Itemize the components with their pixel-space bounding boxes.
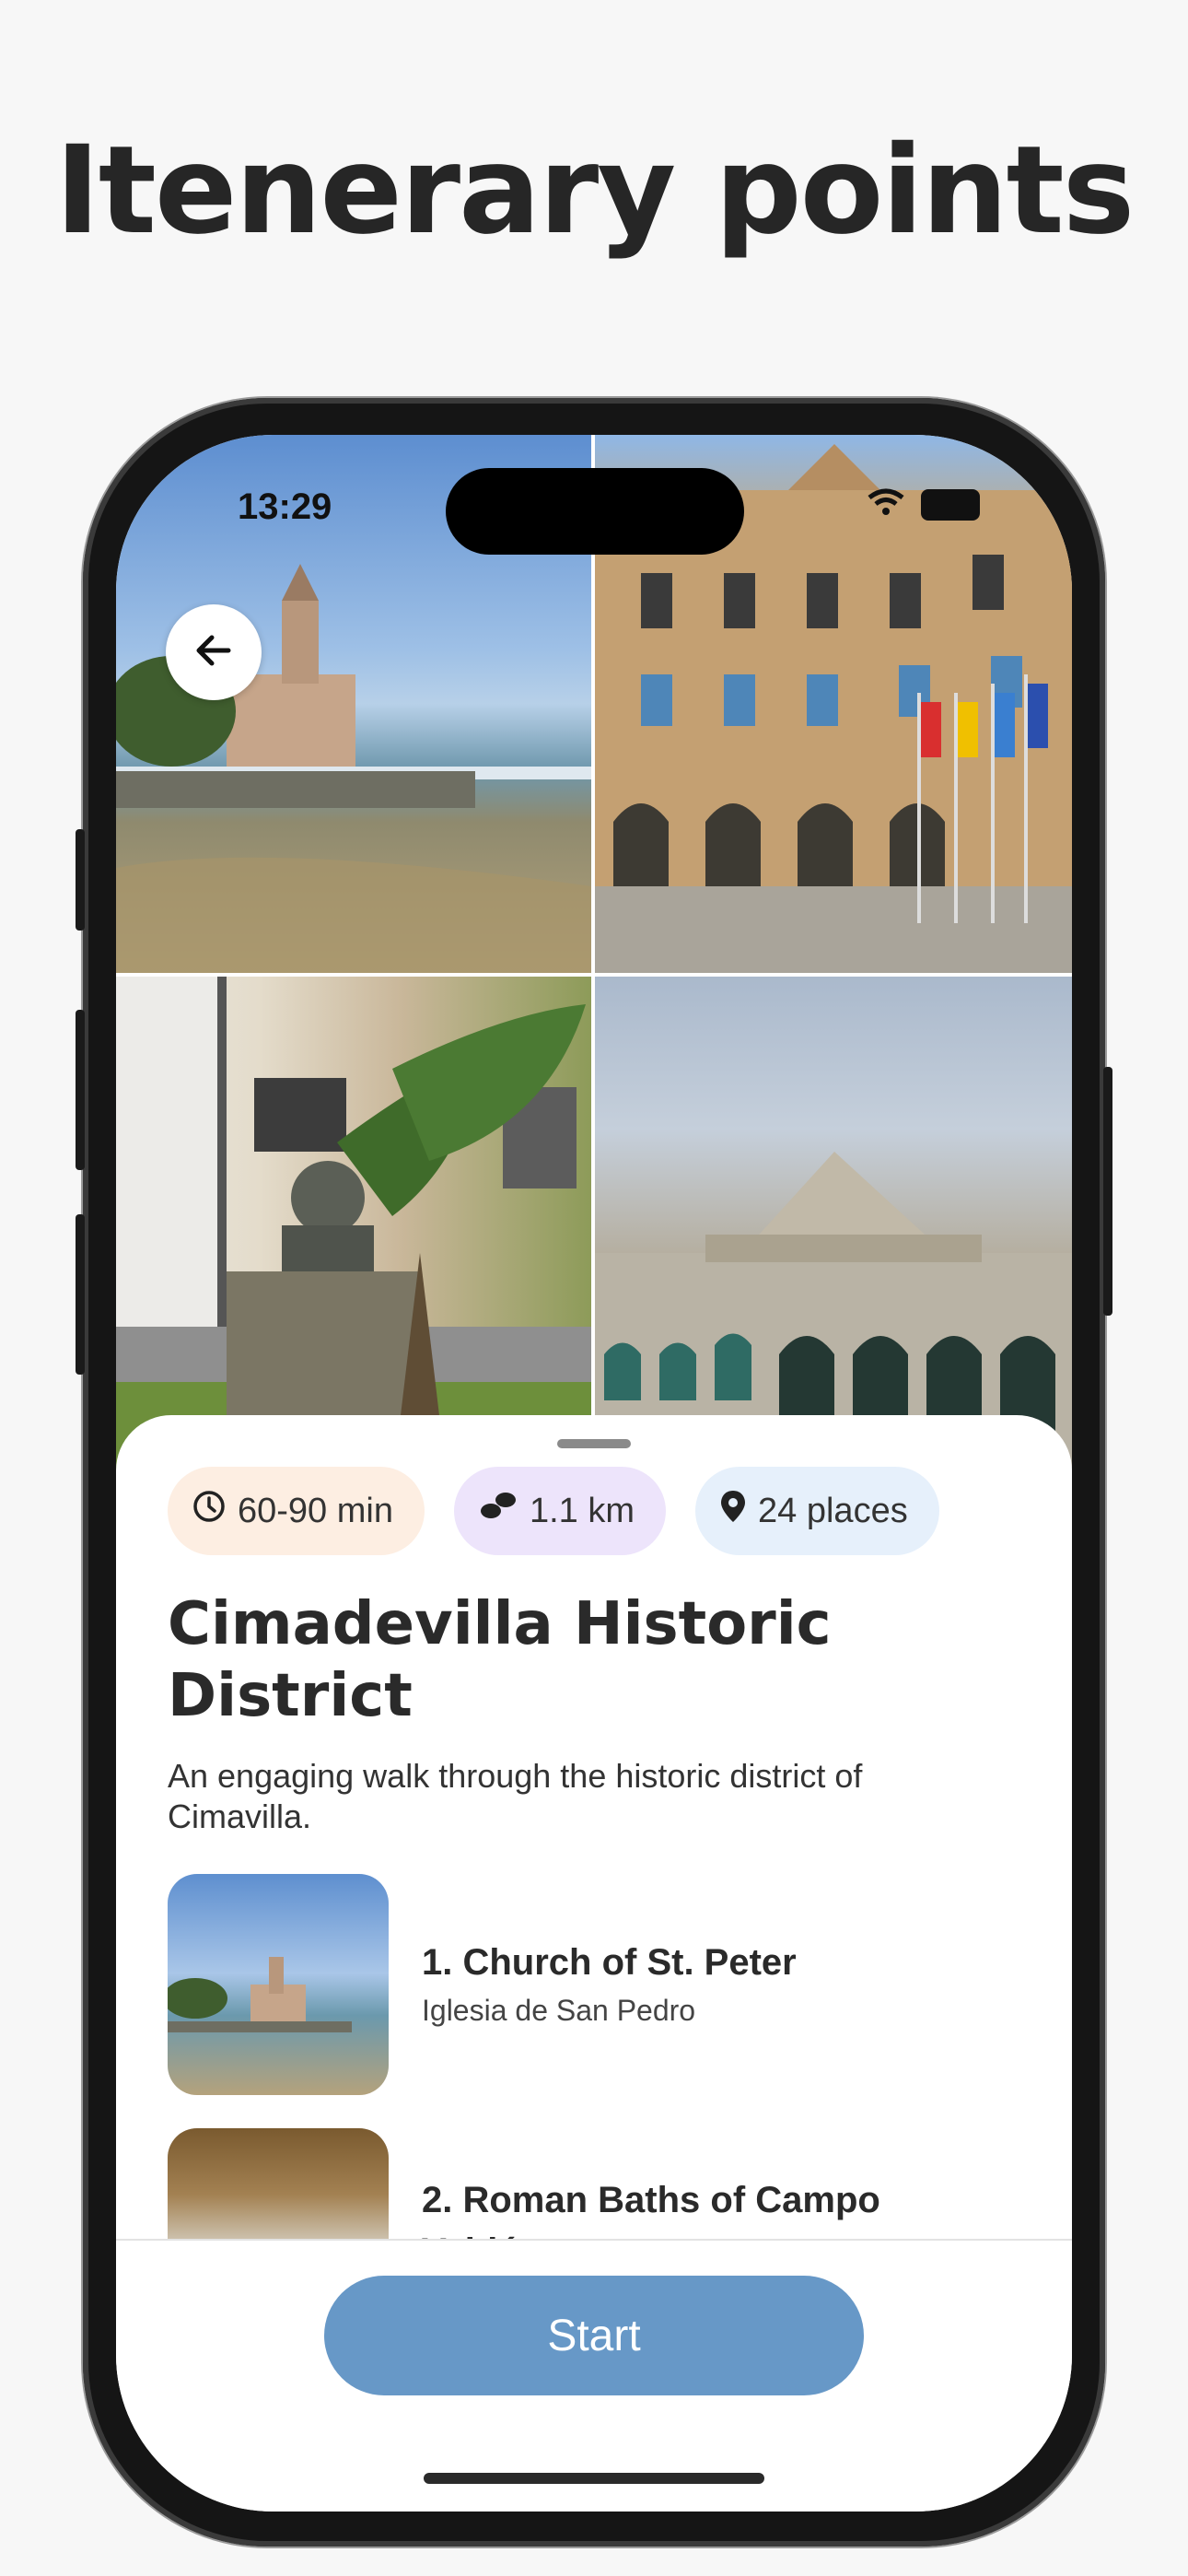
point-title: 2. Roman Baths of Campo Valdés	[422, 2180, 880, 2239]
places-chip: 24 places	[695, 1467, 939, 1555]
footsteps-icon	[478, 1489, 518, 1533]
side-button-action	[76, 829, 85, 931]
list-item[interactable]: 1. Church of St. Peter Iglesia de San Pe…	[168, 1874, 1024, 2095]
start-button[interactable]: Start	[324, 2276, 864, 2395]
bottom-divider	[116, 2239, 1072, 2241]
clock-icon	[192, 1489, 227, 1533]
itinerary-list: 1. Church of St. Peter Iglesia de San Pe…	[168, 1874, 1024, 2239]
phone-screen: 13:29 60-90 min 1.1 km 24 places Cimadev…	[116, 435, 1072, 2512]
distance-text: 1.1 km	[529, 1491, 635, 1530]
route-stats: 60-90 min 1.1 km 24 places	[168, 1467, 939, 1555]
status-time: 13:29	[238, 486, 332, 527]
home-indicator[interactable]	[424, 2473, 764, 2484]
battery-icon	[921, 488, 980, 521]
route-description: An engaging walk through the historic di…	[168, 1757, 863, 1835]
side-button-volume-down	[76, 1214, 85, 1375]
point-thumbnail	[168, 2128, 389, 2239]
status-indicators	[868, 488, 980, 521]
photo-statue-bust	[116, 977, 591, 1485]
photo-grid	[116, 435, 1072, 1485]
list-item[interactable]: 2. Roman Baths of Campo Valdés	[168, 2128, 1024, 2239]
point-subtitle: Iglesia de San Pedro	[422, 1994, 696, 2027]
arrow-left-icon	[195, 634, 232, 672]
side-button-power	[1103, 1067, 1112, 1316]
location-pin-icon	[719, 1489, 747, 1533]
point-thumbnail	[168, 1874, 389, 2095]
side-button-volume-up	[76, 1010, 85, 1170]
page-headline: Itenerary points	[54, 120, 1136, 262]
distance-chip: 1.1 km	[453, 1467, 667, 1555]
photo-market-arcade	[595, 977, 1072, 1485]
route-details-sheet: 60-90 min 1.1 km 24 places Cimadevilla H…	[116, 1415, 1072, 2512]
dynamic-island	[446, 468, 744, 555]
places-text: 24 places	[758, 1491, 908, 1530]
point-title: 1. Church of St. Peter	[422, 1942, 797, 1983]
sheet-drag-handle[interactable]	[557, 1439, 631, 1448]
duration-chip: 60-90 min	[168, 1467, 425, 1555]
route-title: Cimadevilla Historic District	[168, 1590, 832, 1730]
back-button[interactable]	[166, 604, 262, 700]
duration-text: 60-90 min	[238, 1491, 393, 1530]
wifi-icon	[868, 488, 904, 521]
